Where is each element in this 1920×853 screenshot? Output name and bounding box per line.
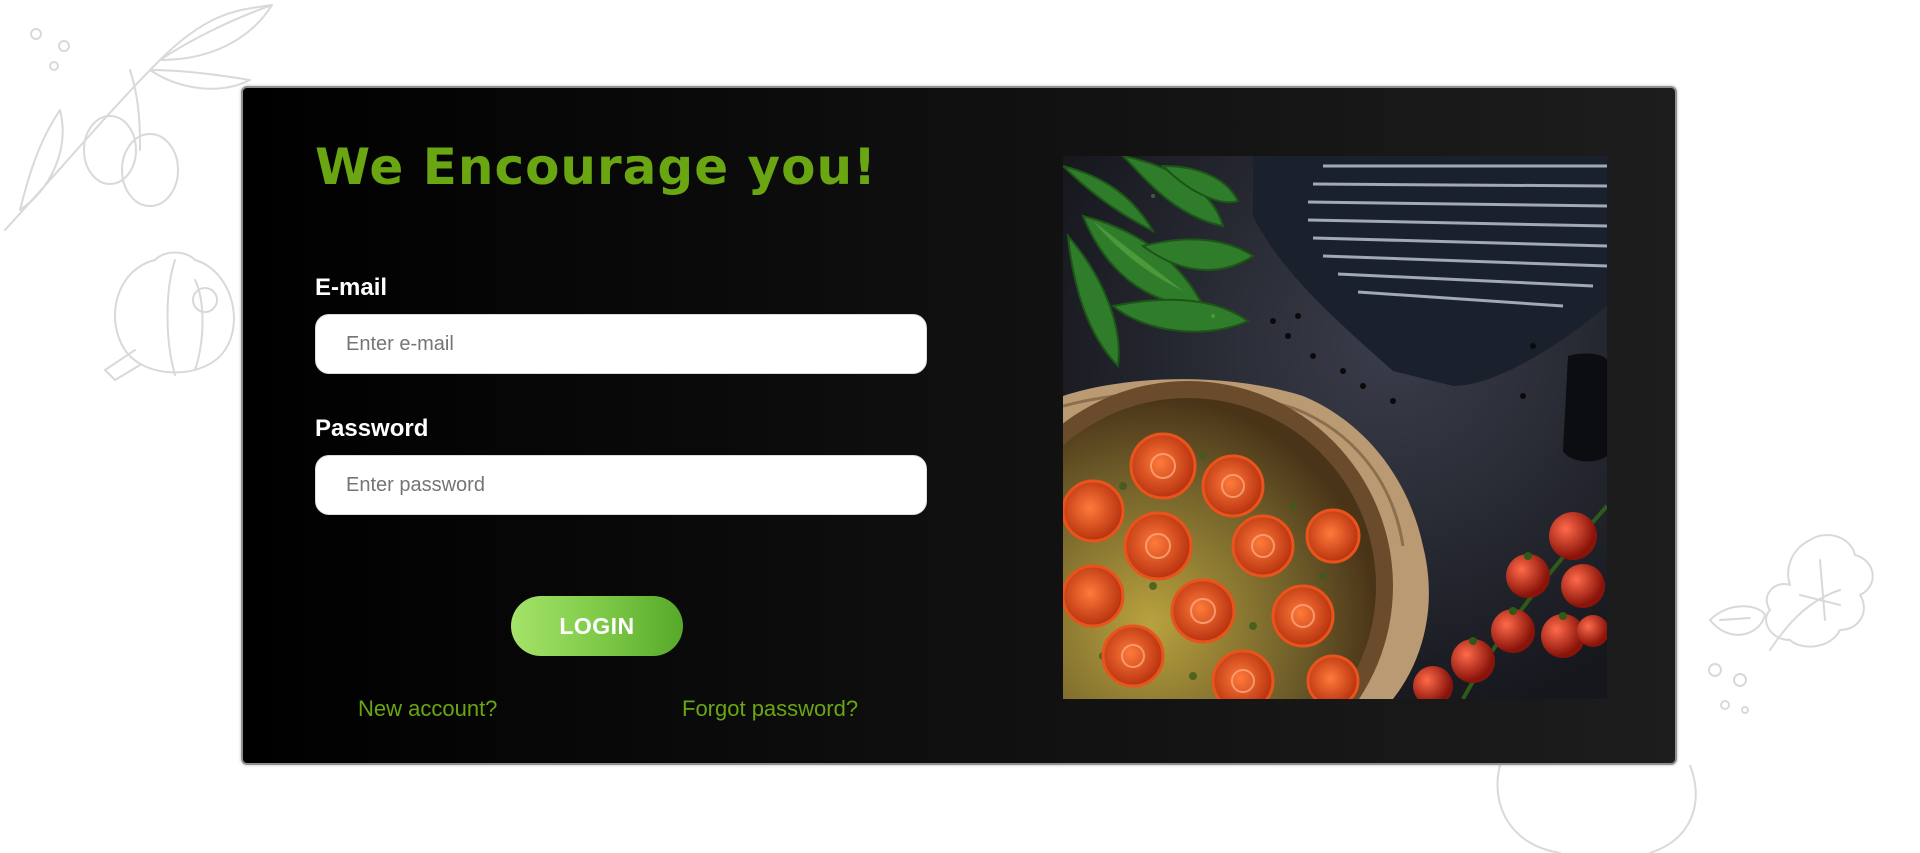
email-field[interactable]: [315, 314, 927, 374]
forgot-password-link[interactable]: Forgot password?: [682, 696, 858, 722]
mushroom-sketch-icon: [1496, 765, 1697, 853]
page-title: We Encourage you!: [315, 138, 877, 196]
password-label: Password: [315, 415, 429, 442]
parsley-sketch-icon: [1708, 534, 1874, 714]
page: We Encourage you! E-mail Password LOGIN …: [0, 0, 1920, 853]
login-card: We Encourage you! E-mail Password LOGIN …: [241, 86, 1677, 765]
login-button[interactable]: LOGIN: [511, 596, 683, 656]
garlic-sketch-icon: [104, 251, 235, 381]
food-photo: [1063, 156, 1607, 699]
email-label: E-mail: [315, 274, 388, 301]
password-field[interactable]: [315, 455, 927, 515]
new-account-link[interactable]: New account?: [358, 696, 497, 722]
quiche-illustration: [1063, 156, 1607, 699]
mug: [1563, 353, 1607, 462]
